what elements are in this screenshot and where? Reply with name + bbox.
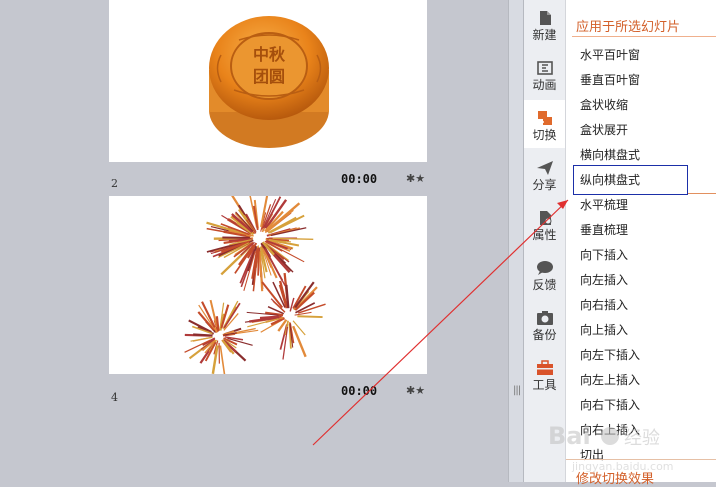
slide-thumbnail-2[interactable]: 中秋 团圆 — [109, 0, 427, 162]
firework-streak — [295, 312, 312, 315]
effect-item[interactable]: 向左插入 — [580, 270, 628, 290]
effect-item[interactable]: 垂直梳理 — [580, 220, 628, 240]
fireworks-image — [109, 196, 427, 374]
document-icon — [536, 10, 554, 26]
effect-item[interactable]: 向左上插入 — [580, 370, 640, 390]
tool-transition-button[interactable]: 切换 — [524, 100, 565, 148]
slide-time: 00:00 — [341, 172, 377, 186]
tool-backup-button[interactable]: 备份 — [524, 300, 565, 348]
animation-icon — [536, 60, 554, 76]
effect-item[interactable]: 向左下插入 — [580, 345, 640, 365]
slide-number: 2 — [111, 177, 118, 190]
star-icon[interactable]: ✱★ — [406, 172, 425, 185]
effect-item[interactable]: 垂直百叶窗 — [580, 70, 640, 90]
effect-item[interactable]: 盒状展开 — [580, 120, 628, 140]
mooncake-text-bottom: 团圆 — [253, 67, 285, 86]
modify-transition-link[interactable]: 修改切换效果 — [576, 468, 654, 487]
effect-item[interactable]: 水平梳理 — [580, 195, 628, 215]
splitter-grip-icon[interactable]: ||| — [513, 389, 520, 393]
tool-share-button[interactable]: 分享 — [524, 150, 565, 198]
firework-streak — [297, 316, 322, 317]
effect-item[interactable]: 向右下插入 — [580, 395, 640, 415]
transition-icon — [536, 110, 554, 126]
effect-item[interactable]: 向上插入 — [580, 320, 628, 340]
firework-streak — [273, 238, 314, 239]
tool-animation-button[interactable]: 动画 — [524, 50, 565, 98]
slide-number: 4 — [111, 391, 118, 404]
properties-icon — [536, 210, 554, 226]
effect-item[interactable]: 水平百叶窗 — [580, 45, 640, 65]
selected-effect-highlight — [573, 165, 688, 195]
effect-item[interactable]: 切出 — [580, 445, 604, 465]
tool-feedback-button[interactable]: 反馈 — [524, 250, 565, 298]
chat-icon — [536, 260, 554, 276]
firework-streak — [258, 247, 259, 275]
divider — [688, 193, 716, 194]
firework-streak — [193, 334, 212, 335]
effect-item[interactable]: 向右上插入 — [580, 420, 640, 440]
tool-properties-button[interactable]: 属性 — [524, 200, 565, 248]
tool-tools-button[interactable]: 工具 — [524, 350, 565, 398]
camera-icon — [536, 310, 554, 326]
divider — [572, 36, 716, 37]
firework-streak — [293, 326, 305, 357]
transition-panel: 应用于所选幻灯片 水平百叶窗垂直百叶窗盒状收缩盒状展开横向棋盘式纵向棋盘式水平梳… — [566, 0, 716, 482]
effect-item[interactable]: 向右插入 — [580, 295, 628, 315]
panel-title: 应用于所选幻灯片 — [576, 16, 680, 35]
paper-plane-icon — [536, 160, 554, 176]
tool-column: 新建 动画 切换 分享 属性 反馈 备份 工具 — [524, 0, 566, 482]
slide-sorter: 中秋 团圆 2 00:00 ✱★ 4 00:00 ✱★ — [0, 0, 508, 482]
slide-time: 00:00 — [341, 384, 377, 398]
divider — [566, 459, 716, 460]
effect-item[interactable]: 盒状收缩 — [580, 95, 628, 115]
panel-splitter[interactable]: ||| — [508, 0, 524, 482]
tool-new-button[interactable]: 新建 — [524, 0, 565, 48]
effect-item[interactable]: 向下插入 — [580, 245, 628, 265]
effect-item[interactable]: 横向棋盘式 — [580, 145, 640, 165]
mooncake-image: 中秋 团圆 — [109, 0, 427, 162]
slide-thumbnail-4[interactable] — [109, 196, 427, 374]
toolbox-icon — [536, 360, 554, 376]
star-icon[interactable]: ✱★ — [406, 384, 425, 397]
firework-streak — [220, 346, 224, 374]
firework-streak — [290, 298, 294, 312]
mooncake-text-top: 中秋 — [253, 45, 286, 64]
